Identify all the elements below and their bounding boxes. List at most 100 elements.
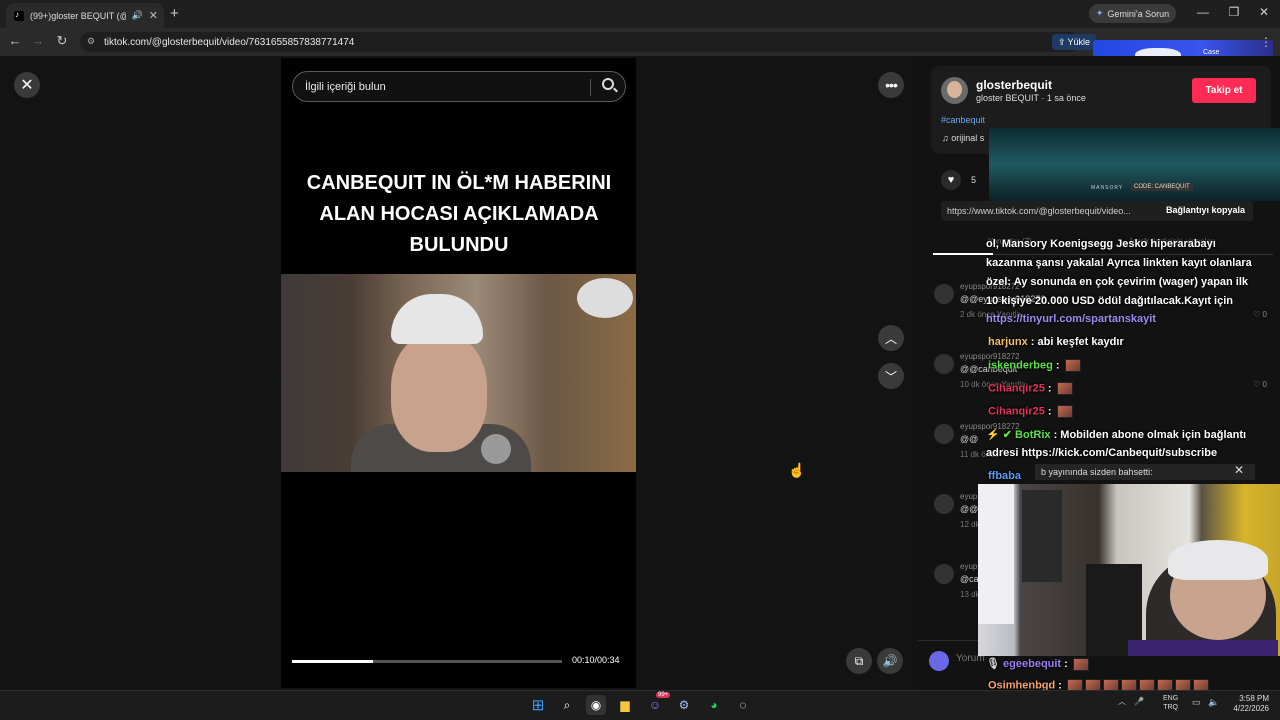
sponsor-ad-overlay: MANSORY CODE: CANBEQUIT [989,128,1280,201]
commenter-avatar[interactable] [934,424,954,444]
close-window-icon[interactable]: ✕ [1256,5,1272,19]
new-tab-button[interactable]: + [170,5,179,22]
heart-icon[interactable]: ♥ [941,170,961,190]
emote-icon [1072,657,1089,671]
search-icon[interactable] [602,78,614,90]
clock-shape [577,278,633,318]
comment-like[interactable]: ♡ 0 [1253,310,1267,319]
forward-icon[interactable]: → [30,33,46,48]
chat-user[interactable]: ffbaba [988,470,1021,482]
chevron-up-icon[interactable]: ︿ [1118,696,1126,707]
chat-message-bot: ⚡ ✔ BotRix : Mobilden abone olmak için b… [986,428,1246,441]
chat-user[interactable]: harjunx [988,336,1028,348]
mod-badge-icon: 🎙 [986,658,1000,670]
start-icon[interactable]: ⊞ [528,695,548,715]
pip-icon[interactable]: ⧉ [846,648,872,674]
audio-icon[interactable]: 🔊 [132,10,143,21]
app-icon[interactable]: ◌ [733,695,753,715]
previous-video-icon[interactable]: ︿ [878,325,904,351]
tabs-underline [933,253,1273,255]
chat-user[interactable]: BotRix [1015,429,1050,441]
comment-like[interactable]: ♡ 0 [1253,380,1267,389]
site-info-icon[interactable]: ⚙ [87,36,95,47]
chat-text: : [1047,405,1052,418]
comment-text: @ca [960,574,979,584]
browser-menu-icon[interactable]: ⋮ [1260,35,1272,49]
clock-time: 3:58 PM [1239,694,1269,703]
next-video-icon[interactable]: ﹀ [878,363,904,389]
chat-message-bot-cont: adresi https://kick.com/Canbequit/subscr… [986,447,1218,459]
chat-text: : [1047,382,1052,395]
hashtag-link[interactable]: #canbequit [941,115,985,125]
follow-button[interactable]: Takip et [1192,78,1256,103]
tiktok-icon [14,10,24,21]
webcam-overlay [978,484,1280,656]
close-video-button[interactable]: ✕ [14,72,40,98]
related-search-input[interactable]: İlgili içeriği bulun [292,71,626,102]
comment-text: @@ [960,504,979,514]
mic-icon[interactable]: 🎤 [1134,697,1144,706]
chat-user[interactable]: egeebequit [1003,658,1061,670]
chat-message: iskenderbeg : [988,359,1081,372]
creator-avatar[interactable] [941,77,968,104]
bot-badge-icon: ⚡ [986,429,1000,441]
chat-message: 🎙 egeebequit : [986,657,1089,671]
steam-icon[interactable]: ⚙ [674,695,694,715]
like-count: 5 [971,175,977,185]
chrome-icon[interactable]: ◉ [586,695,606,715]
share-link-box: https://www.tiktok.com/@glosterbequit/vi… [941,201,1253,221]
folder-icon[interactable]: ▆ [615,695,635,715]
progress-fill [292,660,373,663]
popup-close-icon[interactable]: ✕ [1234,463,1244,477]
more-options-button[interactable]: ••• [878,72,904,98]
commenter-avatar[interactable] [934,494,954,514]
search-icon[interactable]: ⌕ [557,695,577,715]
commenter-avatar[interactable] [934,354,954,374]
chat-user[interactable]: iskenderbeg [988,359,1053,371]
commenter-avatar[interactable] [934,564,954,584]
spotify-icon[interactable]: ◕ [704,695,724,715]
comment-user[interactable]: eyup [960,492,977,501]
commenter-avatar[interactable] [934,284,954,304]
browser-tab[interactable]: (99+)gloster BEQUIT (@gl 🔊 ✕ [6,3,164,28]
music-info[interactable]: ♫ orijinal s [942,133,984,143]
ad-text-code: CODE: CANBEQUIT [1131,183,1193,191]
chat-user[interactable]: Cihanqir25 [988,382,1045,394]
speaker-icon[interactable]: 🔈 [1208,697,1219,708]
creator-username[interactable]: glosterbequit [976,78,1052,92]
upload-button[interactable]: ⇪ Yükle [1052,34,1096,50]
back-icon[interactable]: ← [7,33,23,48]
chat-promo-line: ol, Mansory Koenigsegg Jesko hiperarabay… [986,238,1216,250]
mouse-cursor-icon: ☝ [788,462,806,478]
video-time: 00:10/00:34 [572,655,620,665]
comment-user[interactable]: eyup [960,562,977,571]
purple-light [1128,640,1278,656]
cap-shape [391,294,483,344]
minimize-icon[interactable]: — [1195,5,1211,19]
search-placeholder: İlgili içeriği bulun [305,80,386,93]
language-indicator[interactable]: ENG TRQ [1163,694,1178,712]
chat-message: Cihanqir25 : [988,405,1073,418]
gemini-icon: ✦ [1095,8,1104,18]
clock[interactable]: 3:58 PM 4/22/2026 [1227,694,1269,714]
room-window [978,484,1014,624]
maximize-icon[interactable]: ❐ [1226,5,1242,19]
chat-promo-line: 10 kişiye 20.000 USD ödül dağıtılacak.Ka… [986,295,1234,307]
taskbar [0,690,1280,720]
browser-tab-strip [0,0,1280,28]
copy-link-button[interactable]: Bağlantıyı kopyala [1166,205,1245,215]
network-icon[interactable]: ▭ [1192,697,1201,708]
video-progress-bar[interactable] [292,660,562,663]
clock-date: 4/22/2026 [1233,704,1269,713]
discord-icon[interactable]: ☺ [645,695,665,715]
share-link-text: https://www.tiktok.com/@glosterbequit/vi… [947,206,1131,216]
url-field[interactable]: ⚙ tiktok.com/@glosterbequit/video/763165… [80,32,1080,52]
chat-user[interactable]: Cihanqir25 [988,405,1045,417]
tab-title: (99+)gloster BEQUIT (@gl [30,10,126,21]
chat-promo-link[interactable]: https://tinyurl.com/spartanskayit [986,313,1156,325]
verified-icon: ✔ [1002,429,1012,441]
volume-icon[interactable]: 🔊 [877,648,903,674]
close-tab-icon[interactable]: ✕ [149,9,158,22]
reload-icon[interactable]: ↻ [54,33,70,49]
gemini-button[interactable]: ✦ Gemini'a Sorun [1089,4,1176,23]
